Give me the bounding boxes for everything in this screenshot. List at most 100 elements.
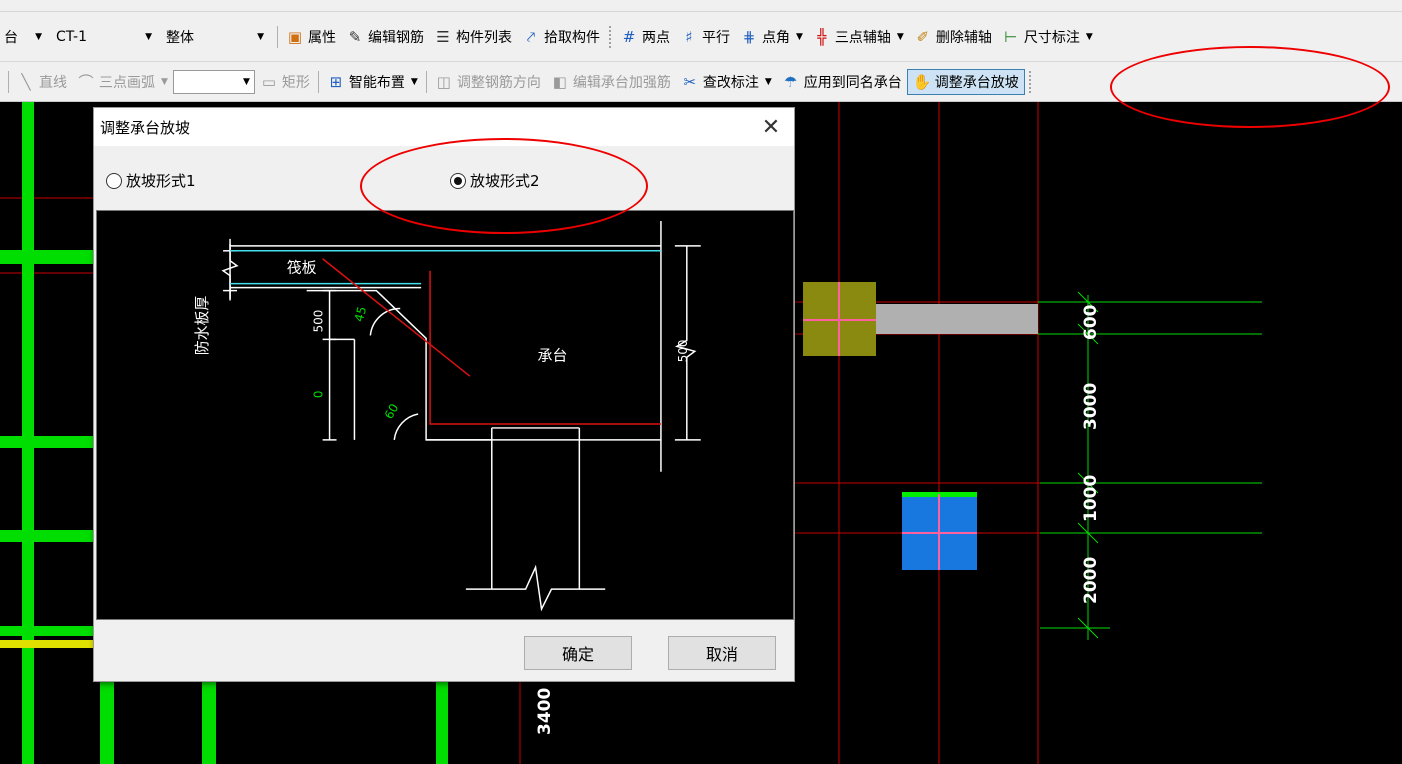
dimension-button[interactable]: ⊢ 尺寸标注 ▼ (997, 24, 1098, 50)
dim-0-label: 0 (312, 390, 326, 398)
chevron-down-icon: ▼ (243, 76, 250, 87)
close-icon[interactable]: ✕ (748, 108, 794, 146)
apply-same-name-label: 应用到同名承台 (803, 74, 902, 91)
delete-axis-button[interactable]: ✐ 删除辅轴 (909, 24, 997, 50)
separator (609, 25, 611, 48)
separator (425, 70, 427, 93)
edit-cap-rebar-button[interactable]: ◧ 编辑承台加强筋 (546, 69, 676, 95)
three-point-axis-label: 三点辅轴 (834, 29, 891, 46)
slope-option-2-label: 放坡形式2 (470, 172, 540, 190)
dialog-title: 调整承台放坡 (100, 118, 191, 137)
adjust-cap-slope-label: 调整承台放坡 (934, 74, 1019, 91)
properties-icon: ▣ (287, 27, 303, 46)
dimension-icon: ⊢ (1004, 27, 1018, 46)
pick-icon: ⤤ (526, 27, 536, 46)
edit-cap-rebar-label: 编辑承台加强筋 (572, 74, 671, 91)
slope-option-1[interactable]: 放坡形式1 (106, 170, 196, 191)
radio-button-checked[interactable] (450, 172, 466, 189)
smart-layout-button[interactable]: ⊞ 智能布置 ▼ (322, 69, 423, 95)
line-label: 直线 (39, 74, 67, 91)
edit-rebar-label: 编辑钢筋 (368, 29, 424, 46)
toolbar-row-2: ╲ 直线 ⌒ 三点画弧 ▼ ▼ ▭ 矩形 ⊞ 智能布置 ▼ ◫ 调整钢筋方向 ◧… (0, 62, 1402, 102)
chevron-down-icon[interactable]: ▼ (411, 77, 418, 87)
dimension-label: 尺寸标注 (1023, 29, 1080, 46)
type-combo-value: 台 (4, 29, 18, 46)
adjust-cap-slope-button[interactable]: ✋ 调整承台放坡 (906, 68, 1025, 95)
dialog-titlebar[interactable]: 调整承台放坡 ✕ (94, 108, 794, 146)
chevron-down-icon[interactable]: ▼ (897, 32, 904, 42)
slope-preview-diagram: 筏板 承台 防水板厚 500 500 0 45 60 (96, 210, 794, 620)
smart-layout-label: 智能布置 (348, 74, 405, 91)
chevron-down-icon: ▼ (257, 31, 264, 42)
line-button[interactable]: ╲ 直线 (12, 69, 72, 95)
parallel-axis-icon: ♯ (685, 27, 693, 46)
separator (8, 70, 9, 93)
dim-600-label: 600 (1081, 304, 1101, 340)
pen-icon: ✎ (348, 27, 362, 46)
check-dimension-icon: ✂ (683, 72, 697, 91)
dim-1000-label: 1000 (1081, 475, 1101, 522)
cap-rebar-icon: ◧ (552, 72, 567, 91)
slope-option-1-label: 放坡形式1 (126, 172, 196, 190)
apply-same-name-button[interactable]: ☂ 应用到同名承台 (777, 69, 907, 95)
toolbar-row-1: 台 ▼ CT-1 ▼ 整体 ▼ ▣ 属性 ✎ 编辑钢筋 ☰ 构件列表 ⤤ 拾取构… (0, 12, 1402, 62)
chevron-down-icon[interactable]: ▼ (161, 77, 168, 87)
arc-button[interactable]: ⌒ 三点画弧 ▼ (72, 69, 173, 95)
three-point-axis-icon: ╬ (817, 27, 827, 46)
chevron-down-icon[interactable]: ▼ (765, 77, 772, 87)
chevron-down-icon: ▼ (145, 31, 152, 42)
component-list-label: 构件列表 (456, 29, 512, 46)
component-combo-value: CT-1 (56, 28, 88, 45)
arc-label: 三点画弧 (99, 74, 155, 91)
three-point-axis-button[interactable]: ╬ 三点辅轴 ▼ (808, 24, 909, 50)
dim-500-right: 500 (676, 339, 690, 362)
rebar-direction-icon: ◫ (436, 72, 451, 91)
radio-button-unchecked[interactable] (106, 172, 122, 189)
eraser-icon: ✐ (916, 27, 930, 46)
dim-3400-label: 3400 (535, 688, 555, 735)
waterproof-label: 防水板厚 (193, 296, 211, 356)
type-combo[interactable]: 台 ▼ (0, 26, 52, 48)
component-combo[interactable]: CT-1 ▼ (52, 26, 162, 48)
edit-rebar-button[interactable]: ✎ 编辑钢筋 (341, 24, 429, 50)
parallel-button[interactable]: ♯ 平行 (675, 24, 735, 50)
scope-combo-value: 整体 (166, 29, 194, 46)
rect-button[interactable]: ▭ 矩形 (255, 69, 315, 95)
raft-label: 筏板 (287, 259, 317, 277)
chevron-down-icon[interactable]: ▼ (796, 32, 803, 42)
dim-2000-label: 2000 (1081, 557, 1101, 604)
pick-component-button[interactable]: ⤤ 拾取构件 (517, 24, 605, 50)
component-list-button[interactable]: ☰ 构件列表 (429, 24, 517, 50)
adjust-rebar-direction-button[interactable]: ◫ 调整钢筋方向 (430, 69, 546, 95)
rect-label: 矩形 (281, 74, 310, 91)
list-icon: ☰ (436, 27, 450, 46)
ok-button[interactable]: 确定 (524, 636, 632, 670)
dim-500-left: 500 (312, 310, 326, 333)
separator (317, 70, 319, 93)
properties-button[interactable]: ▣ 属性 (281, 24, 341, 50)
top-toolbar-partial (0, 0, 1402, 12)
shape-combo[interactable]: ▼ (172, 69, 255, 94)
adjust-rebar-direction-label: 调整钢筋方向 (456, 74, 541, 91)
line-icon: ╲ (21, 72, 31, 91)
rectangle-icon: ▭ (261, 72, 277, 91)
check-dimension-button[interactable]: ✂ 查改标注 ▼ (676, 69, 777, 95)
scope-combo[interactable]: 整体 ▼ (162, 26, 274, 48)
separator (277, 25, 278, 48)
apply-icon: ☂ (784, 72, 798, 91)
slope-option-2[interactable]: 放坡形式2 (450, 170, 540, 191)
point-angle-label: 点角 (762, 29, 790, 46)
cancel-button[interactable]: 取消 (668, 636, 776, 670)
two-points-axis-icon: # (622, 27, 636, 46)
cap-label: 承台 (538, 346, 568, 364)
two-points-button[interactable]: # 两点 (615, 24, 675, 50)
two-points-label: 两点 (642, 29, 670, 46)
hand-icon: ✋ (912, 72, 932, 91)
chevron-down-icon[interactable]: ▼ (1086, 32, 1093, 42)
pick-component-label: 拾取构件 (544, 29, 600, 46)
check-dimension-label: 查改标注 (702, 74, 759, 91)
point-angle-button[interactable]: ⋕ 点角 ▼ (735, 24, 808, 50)
chevron-down-icon: ▼ (35, 31, 42, 42)
smart-layout-icon: ⊞ (329, 72, 343, 91)
delete-axis-label: 删除辅轴 (935, 29, 992, 46)
